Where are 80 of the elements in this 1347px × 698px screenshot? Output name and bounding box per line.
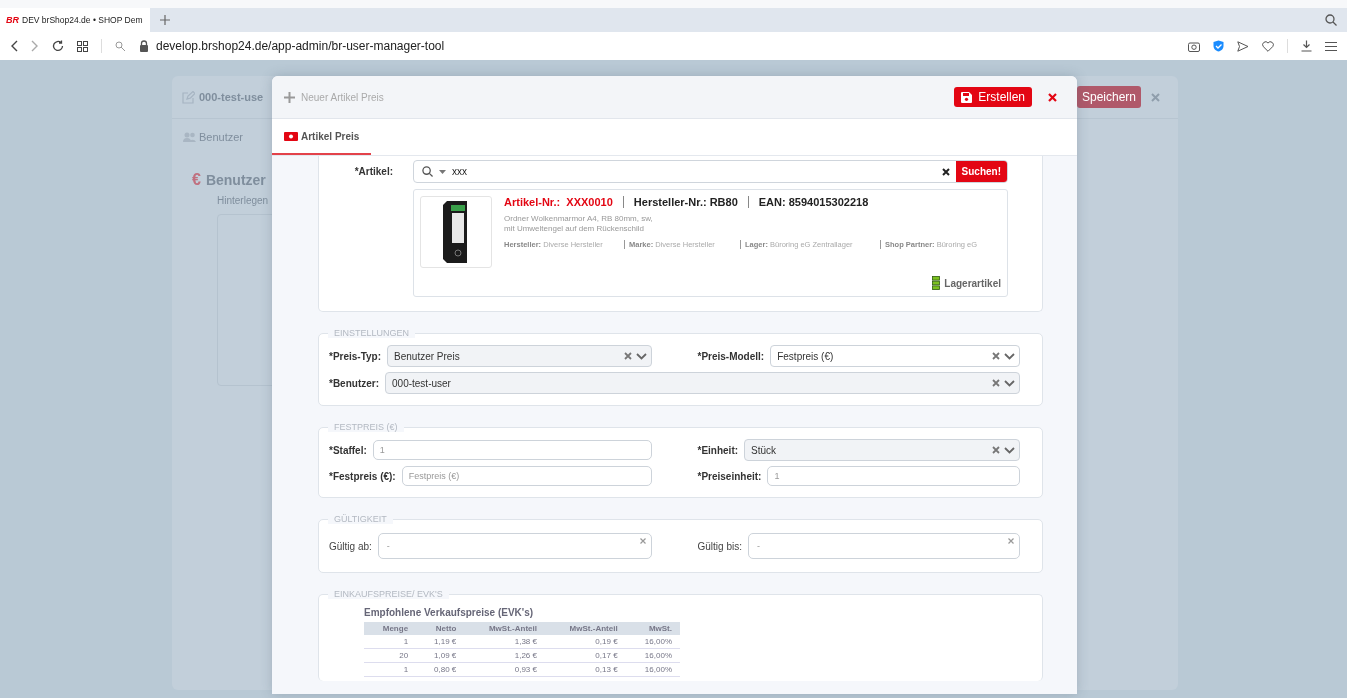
field-label: *Staffel: [329,444,367,456]
table-cell: 16,00% [625,662,680,677]
field-label: Gültig bis: [697,540,742,552]
section-legend: FESTPREIS (€) [328,422,404,432]
table-cell: 0,93 € [464,662,545,677]
back-icon[interactable] [10,40,18,52]
search-field[interactable]: xxx Suchen! [413,160,1008,183]
logo: BR [6,15,19,25]
column-header: Menge [364,622,417,635]
create-button[interactable]: Erstellen [954,87,1032,107]
column-header: MwSt. [625,622,680,635]
new-tab-icon[interactable] [160,15,171,25]
users-icon [183,132,196,142]
table-cell: 1 [364,662,417,677]
edit-icon [182,90,195,104]
field-label: *Einheit: [697,444,739,456]
download-icon[interactable] [1301,40,1312,52]
field-label: Gültig ab: [329,540,372,552]
banknote-icon [284,131,298,141]
table-cell: 1,19 € [416,635,465,649]
article-number: Artikel-Nr.: XXX0010 [504,196,613,208]
field-label: *Benutzer: [329,377,379,389]
product-description: Ordner Wolkenmarmor A4, RB 80mm, sw, mit Umweltengel auf dem Rückenschild [504,214,654,235]
field-label: *Preis-Typ: [329,350,382,362]
section-legend: EINSTELLUNGEN [328,328,416,338]
column-header: Netto [416,622,465,635]
input-field[interactable]: Festpreis (€) [401,466,652,486]
field-label: *Festpreis (€): [329,470,396,482]
currency-symbol: € [192,171,201,189]
field-label: *Preis-Modell: [697,350,765,362]
table-cell: 20 [364,648,417,663]
table-cell: 1,38 € [464,635,545,649]
table-cell: 0,17 € [544,648,626,663]
manufacturer-number: Hersteller-Nr.: RB80 [633,196,738,208]
menu-icon[interactable] [1325,40,1337,52]
browser-tab[interactable]: BR DEV brShop24.de • SHOP Dem [0,8,151,32]
binder-drawing [443,201,469,263]
search-button[interactable]: Suchen! [955,161,1007,182]
table-cell: 0,80 € [416,662,465,677]
select-field[interactable]: Festpreis (€) [770,345,1020,367]
clear-icon[interactable] [941,167,950,176]
table-cell: 0,19 € [544,635,626,649]
field-label: *Artikel: [353,165,393,179]
caret-icon [439,169,446,174]
camera-icon[interactable] [1188,40,1200,52]
column-header: MwSt.-Anteil [544,622,626,635]
table-cell: 1,09 € [416,648,465,663]
column-header: MwSt.-Anteil [464,622,545,635]
table-title: Empfohlene Verkaufspreise (EVK's) [364,607,535,618]
subtitle: Hinterlegen [217,195,269,206]
send-icon[interactable] [1237,40,1249,52]
table-cell: 0,13 € [544,662,626,677]
reload-icon[interactable] [52,40,64,52]
grid-icon[interactable] [77,40,88,52]
section-legend: GÜLTIGKEIT [328,514,393,524]
table-cell: 16,00% [625,635,680,649]
chevron-down-icon[interactable] [1004,352,1015,360]
tab-title: DEV brShop24.de • SHOP Dem [22,15,143,25]
input-field[interactable]: 1 [767,466,1020,486]
input-field[interactable]: 1 [372,440,652,460]
lock-icon[interactable] [139,40,149,52]
table-cell: 16,00% [625,648,680,663]
heart-icon[interactable] [1262,40,1274,52]
modal-title: Neuer Artikel Preis [301,91,384,103]
close-icon[interactable] [1048,92,1057,102]
save-button[interactable]: Speichern [1076,86,1141,108]
section-legend: EINKAUFSPREISE/ EVK'S [328,589,449,599]
shield-icon[interactable] [1213,40,1224,52]
field-label: *Preiseinheit: [697,470,762,482]
stacked-boxes-icon [932,276,941,290]
search-icon [422,166,433,177]
stock-label: Lagerartikel [944,277,1001,289]
page-title: 000-test-use [199,91,264,103]
table-cell: 1 [364,635,417,649]
ean-number: EAN: 8594015302218 [758,196,869,208]
table-cell: 1,26 € [464,648,545,663]
section-heading: Benutzer [205,172,266,188]
search-icon[interactable] [1325,14,1337,26]
plus-icon [284,91,295,103]
url-text[interactable]: develop.brshop24.de/app-admin/br-user-manager-tool [156,39,445,53]
